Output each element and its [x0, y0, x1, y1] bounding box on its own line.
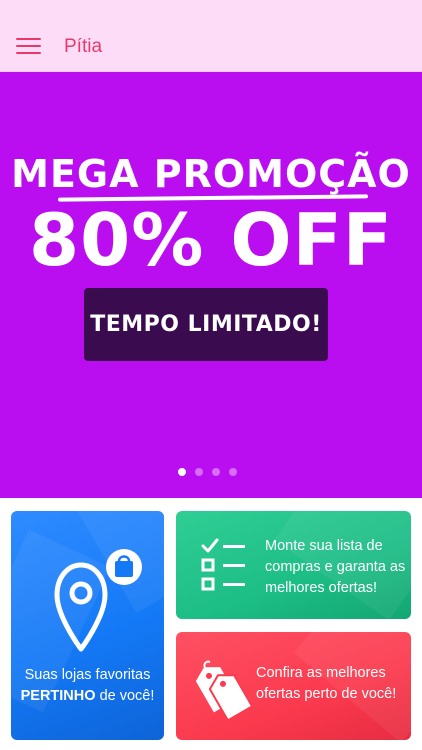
- hamburger-menu-icon[interactable]: [14, 34, 44, 58]
- shopping-list-card-text: Monte sua lista de compras e garanta as …: [265, 538, 406, 596]
- app-title: Pítia: [64, 36, 103, 57]
- nearby-offers-card[interactable]: Confira as melhores ofertas perto de voc…: [176, 632, 411, 740]
- shopping-list-card[interactable]: Monte sua lista de compras e garanta as …: [176, 511, 411, 619]
- map-pin-with-shopping-bag-icon: [54, 549, 142, 652]
- carousel-dot-3[interactable]: [212, 468, 220, 476]
- promo-discount: 80% OFF: [29, 198, 393, 282]
- carousel-dot-1[interactable]: [178, 468, 186, 476]
- limited-time-button[interactable]: TEMPO LIMITADO!: [84, 288, 328, 361]
- carousel-dots: [178, 468, 237, 478]
- carousel-dot-2[interactable]: [195, 468, 203, 476]
- promo-headline: MEGA PROMOÇÃO: [11, 152, 411, 196]
- favorite-stores-card[interactable]: Suas lojas favoritas PERTINHO de você!: [11, 511, 164, 740]
- promo-banner[interactable]: MEGA PROMOÇÃO 80% OFF TEMPO LIMITADO!: [0, 72, 422, 498]
- app-header: Pítia: [0, 0, 422, 72]
- checklist-icon: [201, 538, 245, 591]
- stores-card-text: Suas lojas favoritas PERTINHO de você!: [20, 667, 155, 704]
- offers-card-text: Confira as melhores ofertas perto de voc…: [256, 665, 397, 702]
- carousel-dot-4[interactable]: [229, 468, 237, 476]
- price-tags-icon: [196, 660, 252, 722]
